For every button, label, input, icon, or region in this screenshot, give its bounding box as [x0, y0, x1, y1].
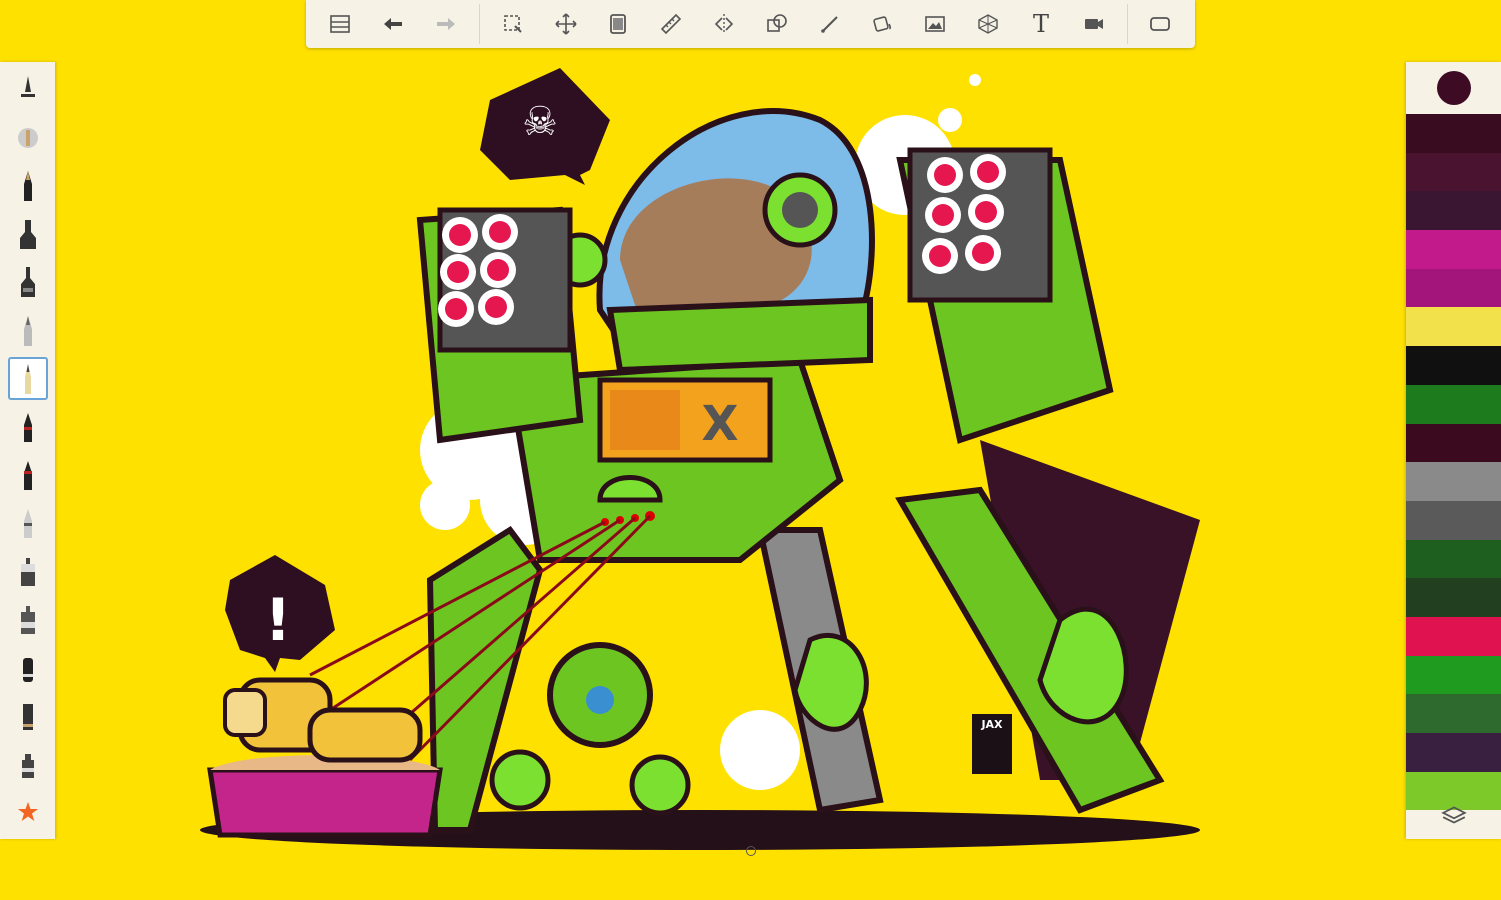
brush-tool-15[interactable]: [8, 743, 48, 786]
brush-tool-4[interactable]: [8, 213, 48, 256]
favorites-star-icon[interactable]: [8, 791, 48, 834]
color-swatch[interactable]: [1406, 423, 1501, 463]
color-swatch[interactable]: [1406, 694, 1501, 733]
text-icon-glyph: T: [1032, 10, 1049, 38]
alert-glyph: !: [265, 586, 291, 654]
color-swatch[interactable]: [1406, 346, 1501, 385]
color-swatch[interactable]: [1406, 500, 1501, 540]
redo-icon[interactable]: [426, 4, 466, 44]
brush-tool-14[interactable]: [8, 695, 48, 738]
color-swatch[interactable]: [1406, 152, 1501, 192]
mech-helmet: [552, 108, 875, 374]
image-icon[interactable]: [915, 4, 955, 44]
gallery-icon[interactable]: [320, 4, 360, 44]
dog-in-basket: [207, 677, 443, 838]
color-swatch[interactable]: [1406, 462, 1501, 501]
alert-speech-bubble: !: [225, 555, 335, 672]
color-swatch[interactable]: [1406, 539, 1501, 579]
color-swatch[interactable]: [1406, 578, 1501, 617]
brush-tool-13[interactable]: [8, 646, 48, 689]
mech-drone: [489, 642, 691, 816]
artist-signature-text: JAX: [981, 718, 1003, 731]
color-swatch[interactable]: [1406, 268, 1501, 308]
stroke-icon[interactable]: [810, 4, 850, 44]
current-color-button[interactable]: [1406, 62, 1501, 114]
color-swatch[interactable]: [1406, 307, 1501, 347]
top-toolbar: T: [306, 0, 1195, 48]
color-swatch[interactable]: [1406, 655, 1501, 695]
ruler-icon[interactable]: [651, 4, 691, 44]
brush-tool-9[interactable]: [8, 454, 48, 497]
brush-tool-6[interactable]: [8, 309, 48, 352]
text-icon[interactable]: T: [1021, 4, 1061, 44]
color-swatch[interactable]: [1406, 384, 1501, 424]
color-swatch[interactable]: [1406, 114, 1501, 153]
brush-tool-2[interactable]: [8, 116, 48, 159]
left-rocket-pod: [416, 206, 584, 444]
brush-tool-1[interactable]: [8, 68, 48, 111]
shapes-icon[interactable]: [757, 4, 797, 44]
brush-palette: [0, 62, 55, 839]
right-rocket-pod: [896, 147, 1114, 444]
color-swatch[interactable]: [1406, 191, 1501, 231]
perspective-icon[interactable]: [968, 4, 1008, 44]
canvas-center-indicator: [746, 846, 756, 856]
symmetry-icon[interactable]: [704, 4, 744, 44]
brush-tool-7[interactable]: [7, 357, 48, 401]
brush-tool-8[interactable]: [8, 405, 48, 448]
drawing-canvas[interactable]: X ☠ !: [180, 60, 1240, 860]
svg-text:X: X: [701, 396, 738, 452]
fill-icon[interactable]: [863, 4, 903, 44]
color-palette: [1406, 62, 1501, 839]
brush-tool-12[interactable]: [8, 598, 48, 641]
brush-tool-5[interactable]: [8, 261, 48, 304]
fullscreen-icon[interactable]: [1140, 4, 1180, 44]
skull-speech-bubble: ☠: [480, 68, 610, 185]
brush-tool-3[interactable]: [8, 164, 48, 207]
transform-icon[interactable]: [546, 4, 586, 44]
artist-signature: JAX: [972, 714, 1012, 774]
undo-icon[interactable]: [373, 4, 413, 44]
toolbar-divider: [478, 4, 480, 44]
color-swatch[interactable]: [1406, 230, 1501, 269]
layers-icon[interactable]: [1406, 791, 1501, 839]
canvas-size-icon[interactable]: [598, 4, 638, 44]
skull-glyph: ☠: [522, 99, 558, 145]
color-swatches: [1406, 114, 1501, 811]
toolbar-divider: [1126, 4, 1128, 44]
brush-tool-10[interactable]: [8, 502, 48, 545]
color-swatch[interactable]: [1406, 733, 1501, 772]
brush-tool-11[interactable]: [8, 550, 48, 593]
select-icon[interactable]: [493, 4, 533, 44]
color-swatch[interactable]: [1406, 616, 1501, 656]
current-color-dot: [1436, 71, 1471, 105]
video-icon[interactable]: [1074, 4, 1114, 44]
